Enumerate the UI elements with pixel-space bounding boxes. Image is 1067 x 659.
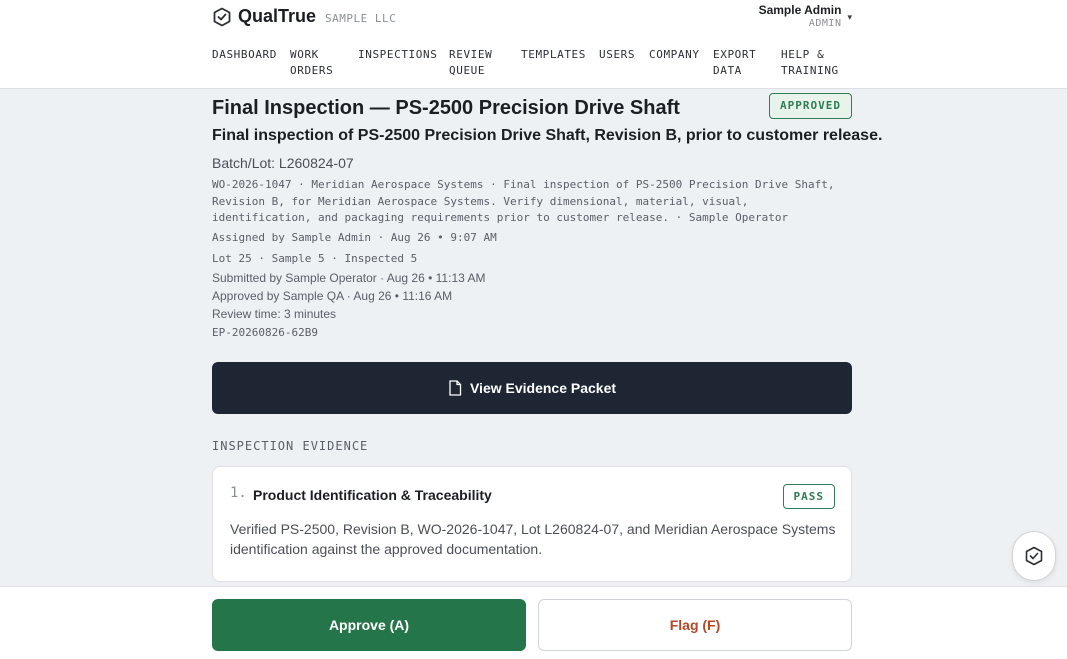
nav-label: DASHBOARD — [212, 48, 278, 61]
assigned-info: Assigned by Sample Admin · Aug 26 • 9:07… — [212, 231, 497, 244]
nav-users[interactable]: USERS — [599, 47, 649, 79]
nav-help-training[interactable]: HELP & TRAINING — [781, 47, 853, 79]
packet-id: EP-20260826-62B9 — [212, 326, 318, 339]
nav-label: HELP & TRAINING — [781, 48, 839, 77]
lot-sample-counts: Lot 25 · Sample 5 · Inspected 5 — [212, 252, 418, 265]
nav-inspections[interactable]: INSPECTIONS — [358, 47, 449, 79]
submitted-info: Submitted by Sample Operator · Aug 26 • … — [212, 271, 486, 285]
nav-label: WORK ORDERS — [290, 48, 334, 77]
nav-label: TEMPLATES — [521, 48, 587, 61]
evidence-item-number: 1. — [230, 485, 247, 501]
main-nav: DASHBOARD WORK ORDERS INSPECTIONS REVIEW… — [212, 47, 853, 79]
nav-label: COMPANY — [649, 48, 700, 61]
approved-info: Approved by Sample QA · Aug 26 • 11:16 A… — [212, 289, 453, 303]
flag-button[interactable]: Flag (F) — [538, 599, 852, 651]
section-title: INSPECTION EVIDENCE — [212, 439, 369, 453]
view-evidence-packet-button[interactable]: View Evidence Packet — [212, 362, 852, 414]
user-menu[interactable]: Sample Admin ADMIN ▾ — [759, 3, 852, 30]
evidence-item-title: Product Identification & Traceability — [253, 487, 492, 503]
shield-check-icon — [213, 7, 231, 26]
document-icon — [449, 380, 462, 396]
brand[interactable]: QualTrue SAMPLE LLC — [212, 6, 396, 27]
work-order-summary: WO-2026-1047 · Meridian Aerospace System… — [212, 178, 835, 224]
nav-label: INSPECTIONS — [358, 48, 438, 61]
nav-templates[interactable]: TEMPLATES — [521, 47, 599, 79]
evidence-item-description: Verified PS-2500, Revision B, WO-2026-10… — [230, 521, 836, 557]
user-name: Sample Admin — [758, 3, 842, 17]
inspection-subtitle: Final inspection of PS-2500 Precision Dr… — [212, 127, 883, 144]
nav-work-orders[interactable]: WORK ORDERS — [290, 47, 358, 79]
nav-company[interactable]: COMPANY — [649, 47, 713, 79]
review-time: Review time: 3 minutes — [212, 307, 337, 321]
nav-export-data[interactable]: EXPORT DATA — [713, 47, 781, 79]
nav-label: REVIEW QUEUE — [449, 48, 493, 77]
company-name: SAMPLE LLC — [325, 11, 397, 25]
top-header: QualTrue SAMPLE LLC Sample Admin ADMIN ▾… — [0, 0, 1067, 89]
user-role: ADMIN — [808, 18, 842, 29]
page-title: Final Inspection — PS-2500 Precision Dri… — [212, 97, 680, 119]
action-bar: Approve (A) Flag (F) — [0, 586, 1067, 659]
evidence-item: 1. Product Identification & Traceability… — [212, 466, 852, 582]
nav-review-queue[interactable]: REVIEW QUEUE — [449, 47, 521, 79]
approve-button[interactable]: Approve (A) — [212, 599, 526, 651]
nav-dashboard[interactable]: DASHBOARD — [212, 47, 290, 79]
nav-label: USERS — [599, 48, 636, 61]
result-badge: PASS — [782, 484, 835, 509]
batch-lot: Batch/Lot: L260824-07 — [212, 155, 354, 171]
evidence-button-label: View Evidence Packet — [469, 380, 617, 396]
status-badge: APPROVED — [769, 93, 852, 119]
nav-label: EXPORT DATA — [713, 48, 757, 77]
shield-check-icon — [1025, 546, 1043, 566]
chevron-down-icon: ▾ — [847, 12, 852, 22]
floating-assistant-button[interactable] — [1012, 531, 1056, 581]
brand-name: QualTrue — [238, 6, 317, 26]
